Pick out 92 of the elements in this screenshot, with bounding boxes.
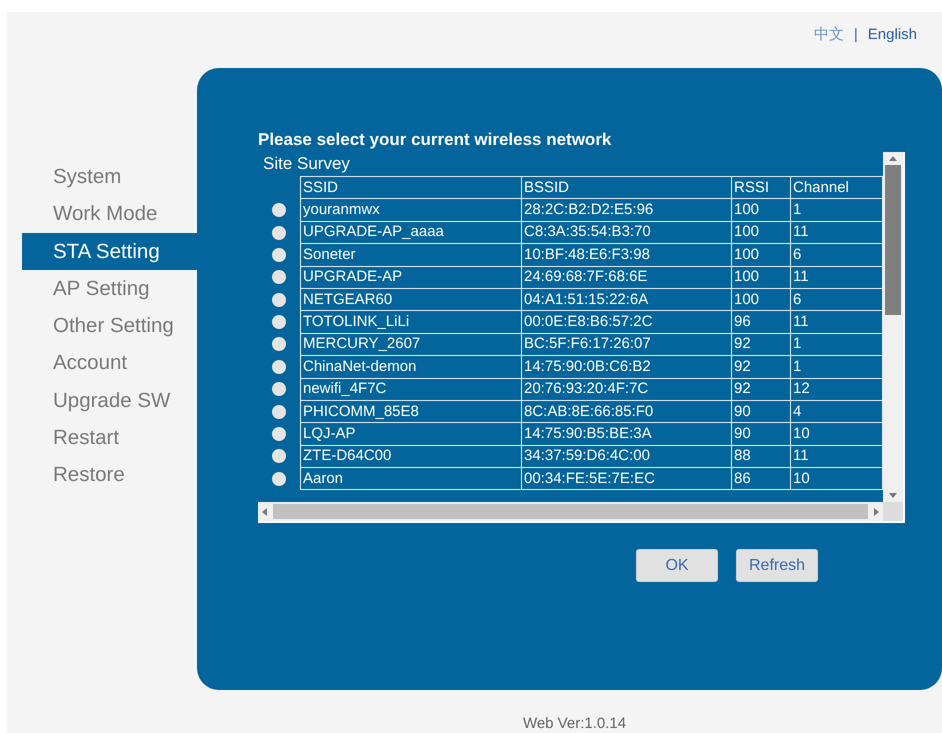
table-cell: 10 — [790, 422, 882, 446]
table-cell: 14:75:90:B5:BE:3A — [522, 422, 732, 446]
table-cell: 14:75:90:0B:C6:B2 — [522, 356, 732, 378]
table-cell: 100 — [732, 244, 790, 266]
ok-button[interactable]: OK — [636, 549, 718, 582]
table-cell: 88 — [732, 445, 790, 468]
table-cell: 1 — [790, 356, 882, 378]
table-cell: MERCURY_2607 — [300, 333, 522, 356]
refresh-button[interactable]: Refresh — [736, 549, 818, 582]
table-cell: 00:34:FE:5E:7E:EC — [522, 468, 732, 490]
table-cell: 100 — [732, 198, 790, 222]
radio-button[interactable] — [272, 427, 286, 442]
sidebar-item[interactable]: Upgrade SW — [7, 382, 197, 420]
table-cell: NETGEAR60 — [300, 288, 522, 311]
sidebar-item[interactable]: Restore — [7, 456, 197, 494]
table-cell: 11 — [790, 266, 882, 288]
table-cell: 20:76:93:20:4F:7C — [522, 378, 732, 400]
column-header: RSSI — [732, 176, 790, 199]
column-header: SSID — [300, 176, 522, 199]
radio-button[interactable] — [272, 226, 286, 240]
site-survey-title: Site Survey — [262, 153, 351, 175]
table-cell: 28:2C:B2:D2:E5:96 — [522, 198, 732, 222]
table-cell: 92 — [732, 356, 790, 378]
radio-button[interactable] — [272, 382, 286, 396]
table-cell: 100 — [732, 288, 790, 311]
language-link[interactable]: 中文 — [814, 24, 844, 46]
table-cell: 6 — [790, 244, 882, 266]
scrollbar-corner — [883, 502, 903, 521]
table-cell: 11 — [790, 310, 882, 334]
scrollbar-thumb[interactable] — [885, 165, 901, 315]
table-cell: 10:BF:48:E6:F3:98 — [522, 244, 732, 266]
table-cell: C8:3A:35:54:B3:70 — [522, 221, 732, 244]
separator: | — [854, 25, 858, 45]
table-cell: UPGRADE-AP_aaaa — [300, 221, 522, 244]
table-cell: PHICOMM_85E8 — [300, 400, 522, 423]
table-cell: 11 — [790, 445, 882, 468]
table-cell: LQJ-AP — [300, 422, 522, 446]
sidebar-item[interactable]: STA Setting — [22, 232, 197, 270]
table-cell: Soneter — [300, 244, 522, 266]
sidebar-item[interactable]: Account — [7, 344, 197, 382]
table-cell: 4 — [790, 400, 882, 423]
table-cell: 10 — [790, 468, 882, 490]
radio-button[interactable] — [272, 360, 286, 374]
table-cell: 100 — [732, 266, 790, 288]
sidebar-item[interactable]: Work Mode — [7, 195, 197, 233]
sidebar-item[interactable]: Restart — [7, 419, 197, 456]
table-cell: 6 — [790, 288, 882, 311]
table-cell: 1 — [790, 333, 882, 356]
radio-button[interactable] — [272, 270, 286, 284]
table-cell: 90 — [732, 400, 790, 423]
radio-button[interactable] — [272, 248, 286, 262]
table-cell: ZTE-D64C00 — [300, 445, 522, 468]
sidebar-item[interactable]: AP Setting — [7, 270, 197, 308]
sidebar-item[interactable]: Other Setting — [7, 307, 197, 344]
horizontal-scrollbar[interactable] — [258, 502, 883, 521]
table-cell: 96 — [732, 310, 790, 334]
table-cell: 24:69:68:7F:68:6E — [522, 266, 732, 288]
radio-button[interactable] — [272, 292, 286, 307]
column-header: BSSID — [522, 176, 732, 199]
table-cell: 34:37:59:D6:4C:00 — [522, 445, 732, 468]
version-text: Web Ver:1.0.14 — [522, 714, 628, 733]
column-header: Channel — [790, 176, 882, 199]
scrollbar-thumb[interactable] — [273, 504, 868, 519]
table-cell: ChinaNet-demon — [300, 356, 522, 378]
table-cell: 11 — [790, 221, 882, 244]
table-cell: UPGRADE-AP — [300, 266, 522, 288]
radio-button[interactable] — [272, 315, 286, 330]
sidebar-item[interactable]: System — [7, 158, 197, 196]
table-cell: 1 — [790, 198, 882, 222]
radio-button[interactable] — [272, 203, 286, 218]
table-cell: 12 — [790, 378, 882, 400]
table-cell: newifi_4F7C — [300, 378, 522, 400]
table-cell: 90 — [732, 422, 790, 446]
table-cell: 86 — [732, 468, 790, 490]
section-heading: Please select your current wireless network — [258, 129, 612, 151]
vertical-scrollbar[interactable] — [883, 152, 903, 502]
table-cell: 8C:AB:8E:66:85:F0 — [522, 400, 732, 423]
radio-button[interactable] — [272, 337, 286, 352]
table-cell: Aaron — [300, 468, 522, 490]
radio-button[interactable] — [272, 472, 286, 486]
language-link[interactable]: English — [868, 24, 917, 46]
table-cell: 00:0E:E8:B6:57:2C — [522, 310, 732, 334]
table-cell: 04:A1:51:15:22:6A — [522, 288, 732, 311]
table-cell: youranmwx — [300, 198, 522, 222]
radio-button[interactable] — [272, 449, 286, 464]
table-cell: 92 — [732, 333, 790, 356]
table-cell: 100 — [732, 221, 790, 244]
table-cell: TOTOLINK_LiLi — [300, 310, 522, 334]
table-cell: 92 — [732, 378, 790, 400]
scroll-left-icon[interactable] — [262, 508, 267, 516]
radio-button[interactable] — [272, 404, 286, 419]
table-cell: BC:5F:F6:17:26:07 — [522, 333, 732, 356]
